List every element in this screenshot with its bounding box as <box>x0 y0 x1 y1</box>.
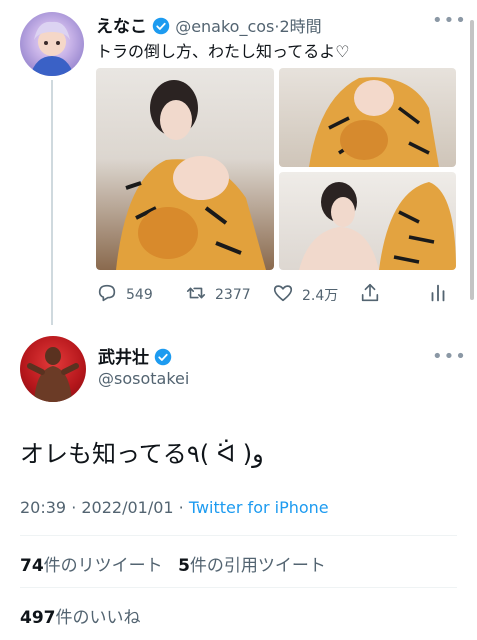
divider <box>20 535 457 536</box>
analytics-icon <box>427 282 449 308</box>
tweet-photo-1[interactable] <box>96 68 274 270</box>
verified-badge-icon <box>152 17 170 35</box>
user-handle[interactable]: @enako_cos <box>175 17 274 36</box>
sosotakei-avatar[interactable] <box>20 336 86 402</box>
tweet-text: トラの倒し方、わたし知ってるよ♡ <box>96 42 350 61</box>
quotes-link[interactable]: 5件の引用ツイート <box>178 556 326 576</box>
retweet-icon <box>185 282 207 308</box>
engagement-counts-row: 74件のリツイート 5件の引用ツイート <box>20 551 326 576</box>
tweet-header: えなこ @enako_cos·2時間 <box>96 12 437 37</box>
like-count: 2.4万 <box>302 288 339 304</box>
like-action[interactable]: 2.4万 <box>272 282 338 308</box>
photo-image <box>299 182 456 270</box>
likes-label: 件のいいね <box>55 608 141 628</box>
likes-link[interactable]: 497件のいいね <box>20 603 141 628</box>
more-options-icon[interactable]: ••• <box>432 10 467 31</box>
enako-avatar[interactable] <box>20 12 84 76</box>
tweet-text: オレも知ってる٩( ᐛ )و <box>20 440 264 468</box>
reply-count: 549 <box>126 287 153 303</box>
avatar-image <box>27 347 79 402</box>
tweet-source[interactable]: Twitter for iPhone <box>189 498 329 517</box>
retweets-label: 件のリツイート <box>43 556 163 576</box>
like-count: 497 <box>20 608 56 628</box>
display-name[interactable]: えなこ <box>96 17 147 37</box>
photo-image <box>309 77 439 167</box>
more-options-icon[interactable]: ••• <box>432 346 467 367</box>
retweets-link[interactable]: 74件のリツイート <box>20 556 163 576</box>
retweet-count: 74 <box>20 556 44 576</box>
avatar-image <box>30 21 74 76</box>
tweet-header: 武井壮 <box>98 343 172 368</box>
tweet-time[interactable]: 2時間 <box>279 17 321 36</box>
verified-badge-icon <box>154 348 172 366</box>
share-action[interactable] <box>359 282 381 308</box>
divider <box>20 587 457 588</box>
user-handle[interactable]: @sosotakei <box>98 369 189 388</box>
reply-icon <box>96 282 118 308</box>
photo-image <box>116 80 266 270</box>
share-icon <box>359 282 381 308</box>
quote-count: 5 <box>178 556 190 576</box>
retweet-action[interactable]: 2377 <box>185 282 251 308</box>
tweet-photo-3[interactable] <box>279 172 456 270</box>
reply-action[interactable]: 549 <box>96 282 153 308</box>
scrollbar-thumb[interactable] <box>470 20 474 300</box>
heart-icon <box>272 282 294 308</box>
quotes-label: 件の引用ツイート <box>189 556 326 576</box>
retweet-count: 2377 <box>215 287 251 303</box>
tweet-metadata: 20:39 · 2022/01/01 · Twitter for iPhone <box>20 498 329 517</box>
tweet-photo-2[interactable] <box>279 68 456 167</box>
display-name[interactable]: 武井壮 <box>98 348 149 368</box>
thread-connector-line <box>51 80 53 325</box>
tweet-timestamp[interactable]: 20:39 · 2022/01/01 · <box>20 498 189 517</box>
analytics-action[interactable] <box>427 282 449 308</box>
